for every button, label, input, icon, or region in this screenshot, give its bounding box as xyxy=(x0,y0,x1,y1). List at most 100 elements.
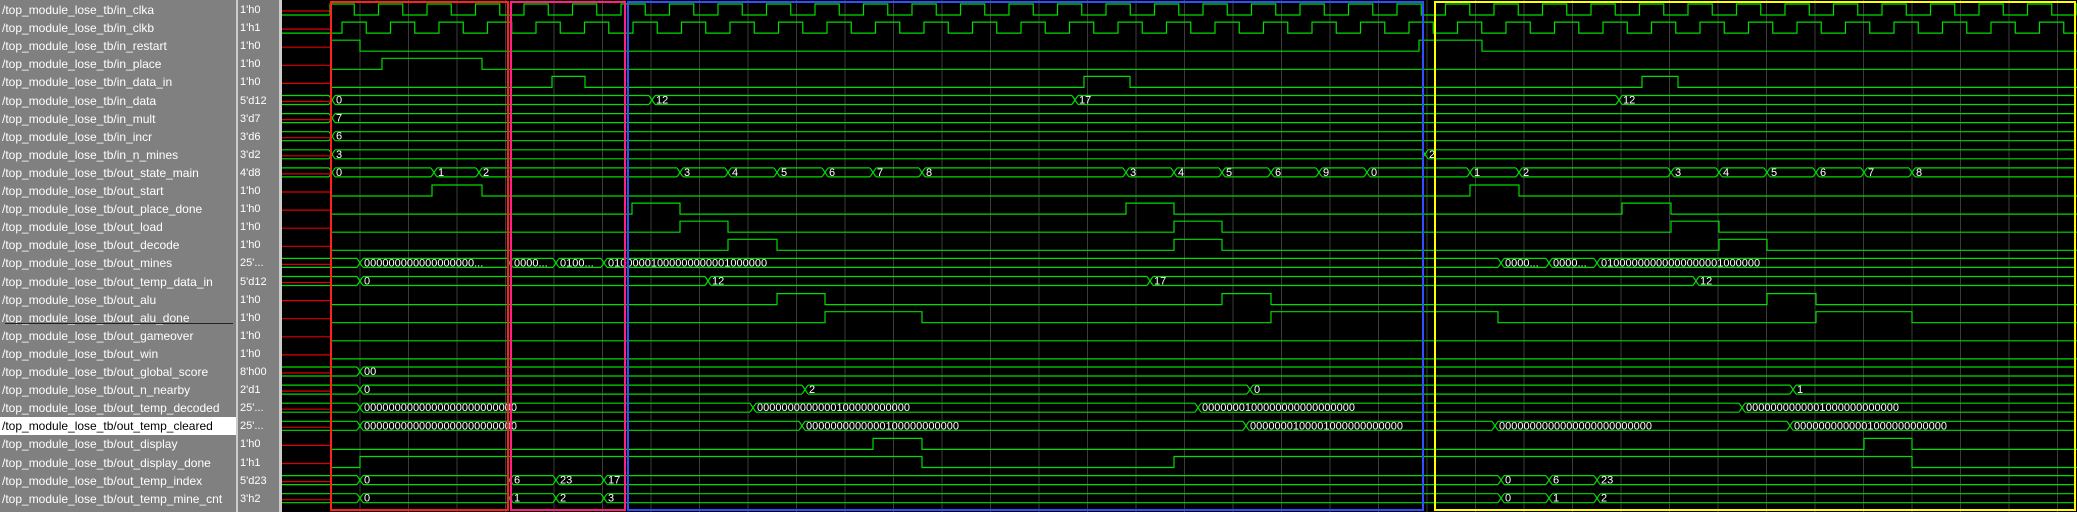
bus-value-label: 5 xyxy=(1226,167,1232,179)
signal-value-cell: 3'h2 xyxy=(240,492,261,505)
signal-name-row[interactable]: /top_module_lose_tb/out_n_nearby xyxy=(0,381,236,399)
signal-value-cell: 4'd8 xyxy=(240,166,261,179)
bus-value-label: 2 xyxy=(560,493,566,505)
signal-name-row[interactable]: /top_module_lose_tb/in_clkb xyxy=(0,19,236,37)
signal-value-cell: 5'd12 xyxy=(240,275,267,288)
bus-value-label: 0000000100000000000000000 xyxy=(1202,402,1355,414)
signal-name-row[interactable]: /top_module_lose_tb/out_temp_mine_cnt xyxy=(0,490,236,508)
signal-name-row[interactable]: /top_module_lose_tb/in_restart xyxy=(0,37,236,55)
bus-value-label: 12 xyxy=(712,276,724,288)
signal-value-cell: 1'h0 xyxy=(240,239,261,252)
bus-value-label: 2 xyxy=(1601,493,1607,505)
bus-value-label: 8 xyxy=(1916,167,1922,179)
bus-value-label: 2 xyxy=(1523,167,1529,179)
bus-value-label: 3 xyxy=(1675,167,1681,179)
bus-value-label: 1 xyxy=(1474,167,1480,179)
bus-value-label: 0000... xyxy=(1553,257,1587,269)
region-marker-box xyxy=(510,1,626,511)
bus-value-label: 6 xyxy=(336,131,342,143)
bus-value-label: 0 xyxy=(336,167,342,179)
bus-value-label: 7 xyxy=(1868,167,1874,179)
signal-value-cell: 5'd23 xyxy=(240,474,267,487)
signal-value-cell: 1'h1 xyxy=(240,22,261,35)
signal-value-cell: 3'd2 xyxy=(240,148,261,161)
bus-value-label: 0 xyxy=(1371,167,1377,179)
signal-name-row[interactable]: /top_module_lose_tb/in_data_in xyxy=(0,73,236,91)
signal-value-cell: 1'h0 xyxy=(240,58,261,71)
bus-value-label: 8 xyxy=(926,167,932,179)
signal-value-cell: 3'd6 xyxy=(240,130,261,143)
clkb-trace xyxy=(282,21,2077,34)
signal-value-cell: 1'h0 xyxy=(240,347,261,360)
signal-name-row[interactable]: /top_module_lose_tb/in_clka xyxy=(0,1,236,19)
bus-value-label: 2 xyxy=(809,384,815,396)
signal-name-row[interactable]: /top_module_lose_tb/out_temp_data_in xyxy=(0,273,236,291)
region-marker-box xyxy=(1434,1,2076,511)
bus-value-label: 4 xyxy=(732,167,738,179)
signal-name-row[interactable]: /top_module_lose_tb/out_temp_cleared xyxy=(0,417,236,436)
bus-value-label: 6 xyxy=(1275,167,1281,179)
bus-value-label: 6 xyxy=(514,475,520,487)
signal-name-row[interactable]: /top_module_lose_tb/out_global_score xyxy=(0,363,236,381)
bus-value-label: 6 xyxy=(1553,475,1559,487)
signal-name-row[interactable]: /top_module_lose_tb/out_win xyxy=(0,345,236,363)
bus-value-label: 17 xyxy=(608,475,620,487)
bus-value-label: 6 xyxy=(829,167,835,179)
bus-value-label: 0000000000000000000000000 xyxy=(1499,420,1652,432)
signal-name-row[interactable]: /top_module_lose_tb/out_display xyxy=(0,435,236,453)
bus-value-label: 1 xyxy=(514,493,520,505)
bus-value-label: 0000... xyxy=(514,257,548,269)
bus-value-label: 12 xyxy=(1623,95,1635,107)
signal-name-row[interactable]: /top_module_lose_tb/out_alu xyxy=(0,291,236,309)
region-marker-box xyxy=(330,1,509,511)
signal-name-row[interactable]: /top_module_lose_tb/in_data xyxy=(0,92,236,110)
signal-values-pane: 1'h0 1'h1 1'h0 1'h0 1'h0 5'd12 3'd7 3'd6 3'd2 4'd… xyxy=(238,0,279,512)
bus-value-label: 12 xyxy=(1700,276,1712,288)
signal-name-row[interactable]: /top_module_lose_tb/out_temp_index xyxy=(0,472,236,490)
group-divider xyxy=(5,323,233,324)
signal-name-row[interactable]: /top_module_lose_tb/out_display_done xyxy=(0,454,236,472)
signal-name-row[interactable]: /top_module_lose_tb/in_incr xyxy=(0,128,236,146)
bus-value-label: 0 xyxy=(364,276,370,288)
signal-value-cell: 1'h0 xyxy=(240,4,261,16)
signal-value-cell: 1'h0 xyxy=(240,221,261,234)
signal-name-row[interactable]: /top_module_lose_tb/out_mines xyxy=(0,254,236,272)
bus-value-label: 0000000000000100000000000 xyxy=(757,402,910,414)
bus-value-label: 01000000000000000001000000 xyxy=(1601,257,1760,269)
bus-value-label: 0000000000000000000000000 xyxy=(364,420,517,432)
signal-name-row[interactable]: /top_module_lose_tb/out_state_main xyxy=(0,164,236,182)
bus-value-label: 0000... xyxy=(1505,257,1539,269)
signal-value-cell: 25'... xyxy=(240,257,264,270)
bus-value-label: 23 xyxy=(1601,475,1613,487)
signal-value-cell: 1'h0 xyxy=(240,203,261,216)
bus-value-label: 3 xyxy=(608,493,614,505)
bus-value-label: 0 xyxy=(1254,384,1260,396)
bus-value-label: 0 xyxy=(364,475,370,487)
clka-trace xyxy=(282,3,2077,16)
signal-name-row[interactable]: /top_module_lose_tb/out_start xyxy=(0,182,236,200)
waveform-pane[interactable]: 0 12 17 12763 20 1 2 3 4 5 6 7 8 3 4 5 6 9 0 1 2 3 4 5 6 7 8000000… xyxy=(282,0,2077,512)
bus-value-label: 5 xyxy=(1771,167,1777,179)
signal-value-cell: 1'h0 xyxy=(240,76,261,89)
bus-value-label: 0000000100001000000000000 xyxy=(1250,420,1403,432)
signal-name-row[interactable]: /top_module_lose_tb/out_load xyxy=(0,218,236,236)
signal-value-cell: 1'h0 xyxy=(240,329,261,342)
bus-value-label: 17 xyxy=(1079,95,1091,107)
signal-name-row[interactable]: /top_module_lose_tb/out_decode xyxy=(0,236,236,254)
signal-name-row[interactable]: /top_module_lose_tb/in_place xyxy=(0,55,236,73)
bus-value-label: 17 xyxy=(1154,276,1166,288)
bus-value-label: 000000000000000000... xyxy=(364,257,483,269)
bus-value-label: 0100... xyxy=(560,257,594,269)
signal-name-row[interactable]: /top_module_lose_tb/out_gameover xyxy=(0,327,236,345)
signal-name-row[interactable]: /top_module_lose_tb/out_temp_decoded xyxy=(0,399,236,417)
signal-value-cell: 25'... xyxy=(240,402,264,415)
signal-names-pane: /top_module_lose_tb/in_clka/top_module_l… xyxy=(0,0,236,512)
signal-value-cell: 1'h0 xyxy=(240,311,261,324)
bus-value-label: 1 xyxy=(1553,493,1559,505)
signal-value-cell: 1'h0 xyxy=(240,293,261,306)
signal-name-row[interactable]: /top_module_lose_tb/out_place_done xyxy=(0,200,236,218)
signal-name-row[interactable]: /top_module_lose_tb/in_mult xyxy=(0,110,236,128)
bus-value-label: 2 xyxy=(483,167,489,179)
signal-name-row[interactable]: /top_module_lose_tb/in_n_mines xyxy=(0,146,236,164)
bus-value-label: 0 xyxy=(364,493,370,505)
